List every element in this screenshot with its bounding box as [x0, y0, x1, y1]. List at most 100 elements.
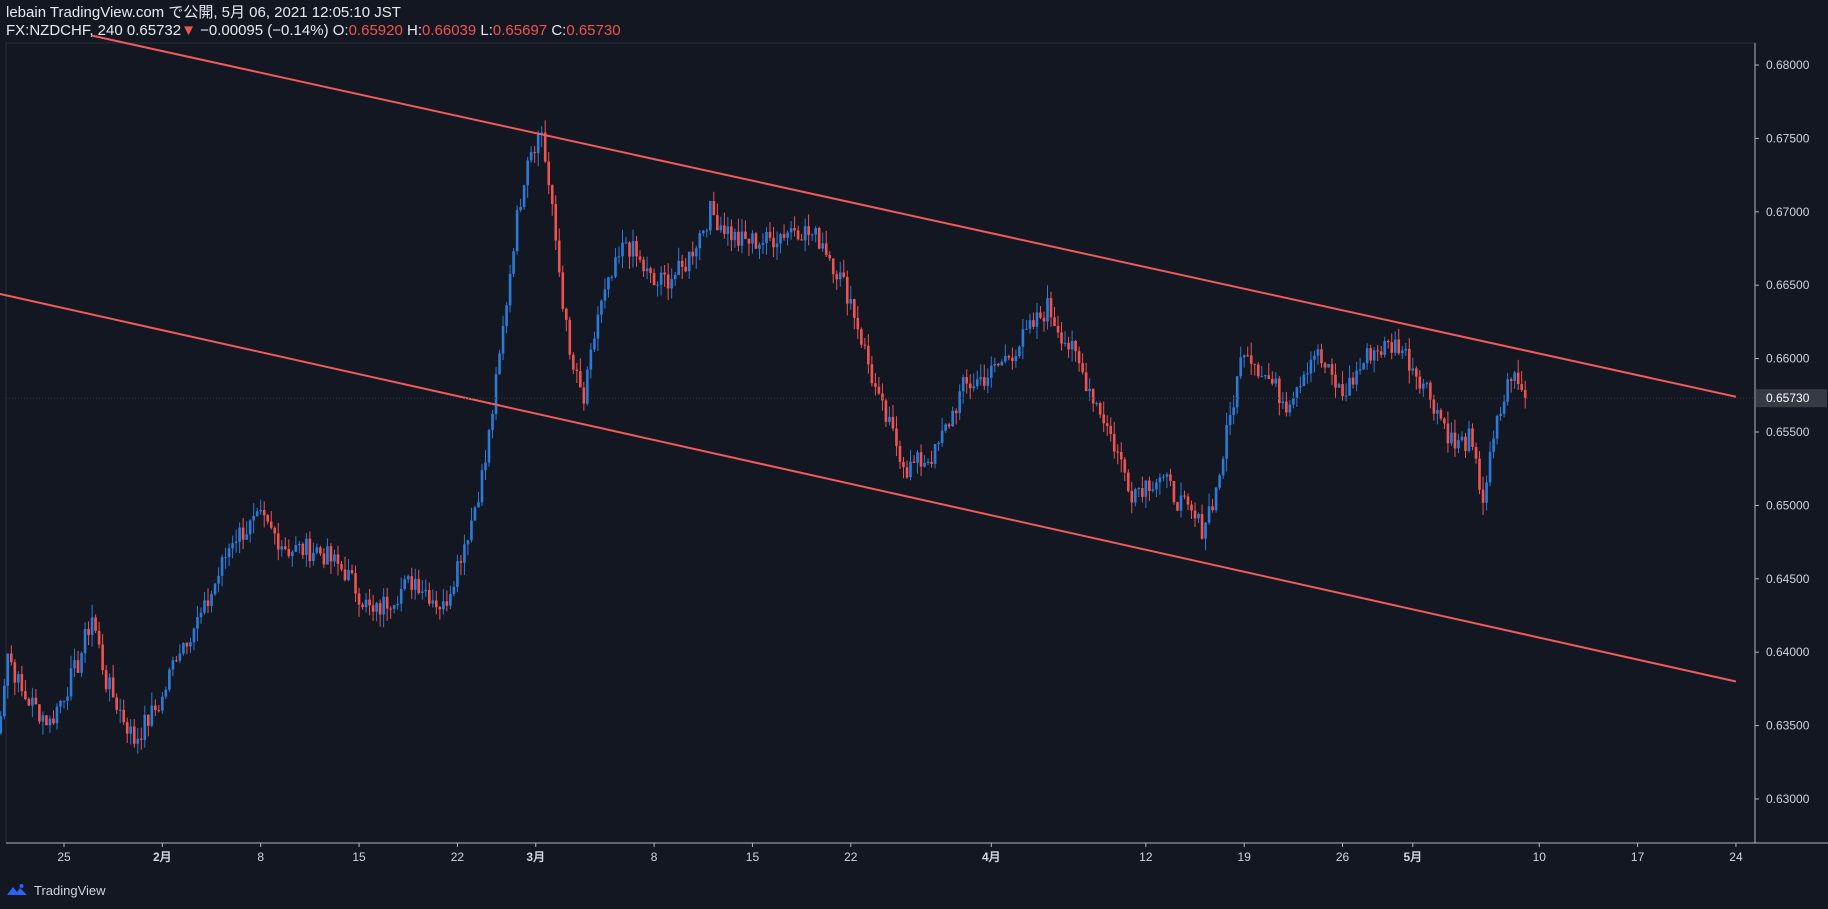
candle-body	[382, 596, 385, 615]
candle-body	[1327, 364, 1330, 368]
candle-body	[287, 549, 291, 557]
candle-body	[357, 593, 361, 605]
candle-body	[385, 596, 389, 609]
candle-body	[213, 583, 217, 595]
candle-body	[80, 653, 83, 673]
candle-body	[589, 349, 593, 370]
candle-body	[273, 527, 277, 534]
candle-body	[484, 462, 487, 471]
candle-body	[1509, 379, 1513, 382]
candle-body	[1000, 361, 1004, 366]
candle-body	[684, 266, 688, 272]
upper-channel-line[interactable]	[91, 34, 1737, 398]
x-tick-label: 24	[1729, 850, 1743, 864]
candle-body	[1453, 432, 1457, 449]
candle-body	[642, 259, 645, 272]
candle-body	[522, 185, 526, 207]
candle-body	[161, 696, 164, 711]
brand-label[interactable]: TradingView	[34, 883, 106, 898]
candle-body	[1239, 357, 1242, 377]
candle-body	[860, 329, 863, 345]
candle-body	[111, 677, 115, 698]
candle-body	[1330, 364, 1334, 375]
candle-body	[1467, 428, 1471, 451]
candle-body	[329, 546, 333, 562]
symbol-label[interactable]: FX:NZDCHF, 240	[6, 22, 123, 39]
candle-body	[210, 594, 213, 607]
candle-body	[1151, 489, 1155, 491]
candle-body	[1404, 348, 1408, 351]
candle-body	[129, 726, 133, 734]
candle-body	[536, 134, 540, 154]
candle-body	[1123, 459, 1127, 473]
candle-body	[452, 586, 456, 594]
candle-body	[1158, 477, 1162, 483]
candle-body	[617, 256, 621, 258]
candle-body	[1288, 404, 1292, 413]
candle-body	[147, 714, 150, 726]
y-tick-label: 0.67500	[1766, 131, 1810, 145]
candle-body	[1035, 312, 1039, 327]
candle-body	[494, 374, 498, 414]
candle-body	[1306, 373, 1309, 375]
candle-body	[712, 201, 716, 216]
candle-body	[1390, 342, 1394, 353]
candle-body	[291, 551, 294, 557]
candle-body	[730, 226, 733, 241]
candle-body	[238, 527, 241, 542]
candle-body	[420, 591, 424, 593]
candle-body	[266, 515, 270, 522]
candle-body	[227, 548, 231, 558]
tradingview-logo-icon	[6, 883, 28, 897]
candle-body	[315, 547, 319, 553]
close-value: 0.65730	[566, 22, 621, 39]
candle-body	[716, 215, 719, 231]
candle-body	[1074, 340, 1077, 352]
candle-body	[1523, 389, 1527, 399]
candle-body	[680, 260, 684, 267]
x-tick-label: 5月	[1403, 850, 1422, 864]
candle-body	[593, 338, 596, 350]
candle-body	[912, 461, 916, 463]
candle-body	[252, 516, 255, 521]
candle-body	[965, 377, 969, 384]
candle-body	[656, 284, 659, 286]
candle-body	[1274, 378, 1278, 384]
candle-body	[670, 279, 673, 289]
candle-body	[543, 132, 547, 162]
price-chart[interactable]: 0.68000 0.67500 0.67000 0.66500 0.66000 0.655…	[0, 0, 1828, 909]
candle-body	[990, 365, 993, 378]
ohlc-line: FX:NZDCHF, 240 0.65732▼ −0.00095 (−0.14%…	[6, 22, 621, 40]
candle-body	[182, 643, 185, 654]
candle-body	[1021, 329, 1025, 347]
candle-body	[431, 600, 435, 604]
change-value: −0.00095 (−0.14%)	[200, 22, 329, 39]
candle-body	[891, 416, 895, 429]
candle-body	[189, 642, 192, 647]
candle-body	[280, 546, 284, 550]
candle-body	[775, 243, 779, 248]
candle-body	[884, 400, 888, 422]
candle-body	[1376, 350, 1379, 352]
candle-body	[1411, 368, 1415, 371]
candle-body	[1281, 401, 1285, 404]
candle-body	[38, 704, 41, 722]
candle-body	[705, 230, 709, 232]
candle-body	[157, 710, 161, 712]
candle-body	[364, 599, 368, 608]
candle-body	[428, 590, 431, 604]
candle-body	[1337, 384, 1341, 388]
candle-body	[810, 234, 814, 236]
candle-body	[1418, 376, 1422, 389]
candle-body	[1386, 341, 1390, 343]
open-label: O:	[332, 22, 349, 39]
candle-body	[1039, 312, 1042, 318]
candle-body	[1516, 372, 1520, 385]
candle-body	[1334, 374, 1337, 388]
candle-body	[1084, 372, 1088, 392]
candle-body	[1067, 342, 1070, 350]
candle-body	[1130, 491, 1134, 503]
candle-body	[1204, 522, 1207, 539]
candle-body	[403, 579, 407, 589]
y-tick-label: 0.65000	[1766, 498, 1810, 512]
